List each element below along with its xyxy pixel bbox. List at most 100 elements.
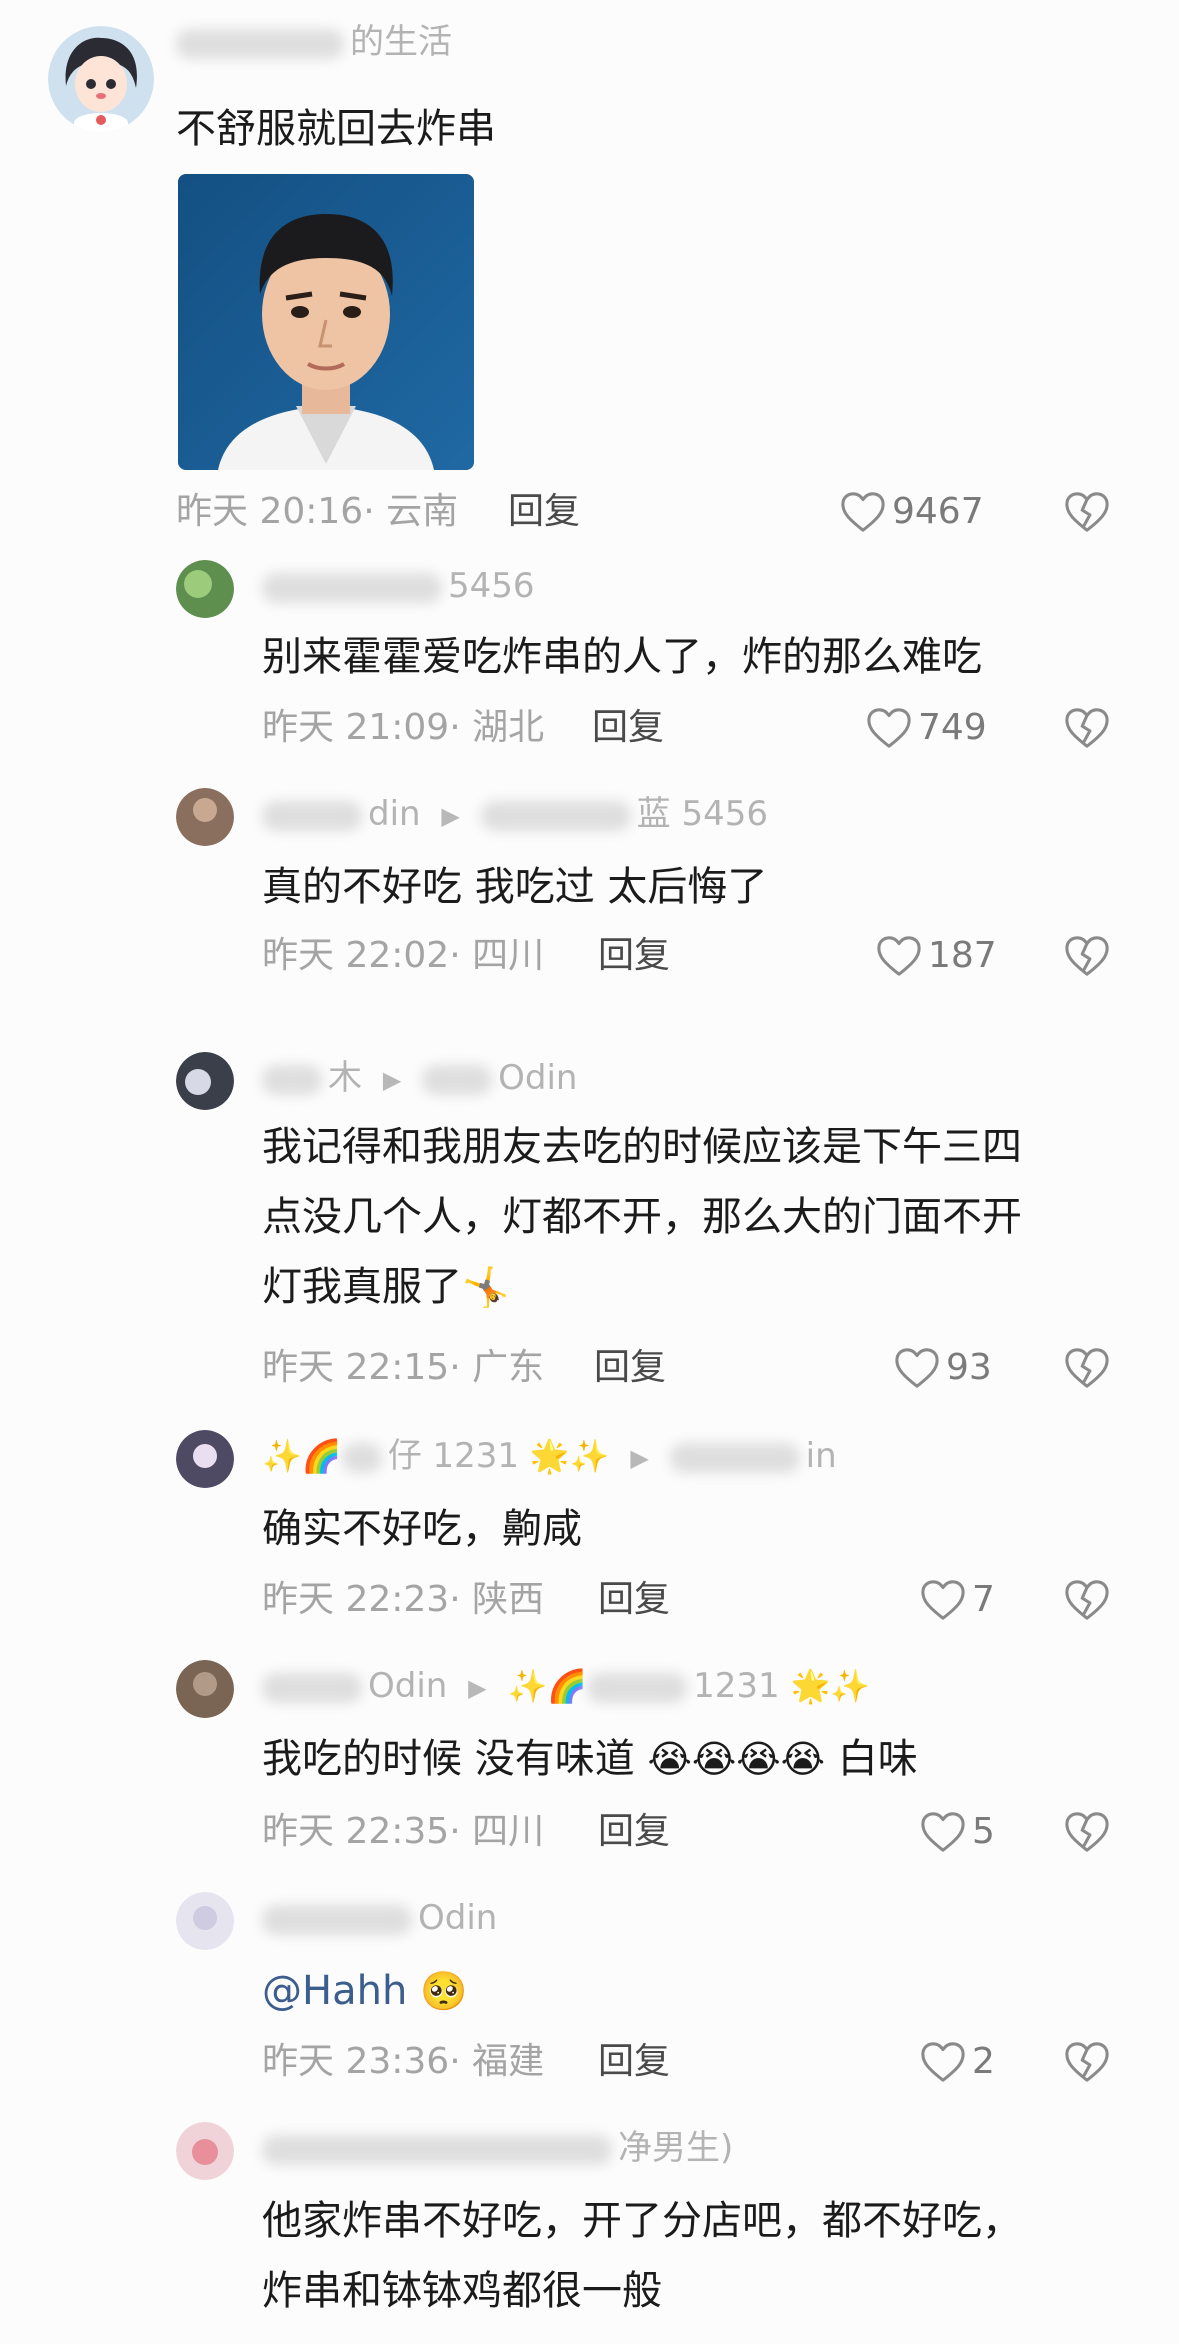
- blurred-username: [262, 800, 362, 831]
- comment-text: 我吃的时候 没有味道 😭😭😭😭 白味: [262, 1724, 918, 1794]
- glowing-star-emoji: 🌟: [529, 1437, 570, 1475]
- avatar[interactable]: [176, 1892, 234, 1950]
- comment-location: 四川: [472, 1811, 545, 1852]
- mention-link[interactable]: @Hahh: [262, 1968, 407, 2014]
- heart-outline-icon: [920, 2040, 966, 2084]
- avatar[interactable]: [176, 1660, 234, 1718]
- comment-text-line: 他家炸串不好吃，开了分店吧，都不好吃，: [262, 2198, 1022, 2244]
- blurred-username: [422, 1064, 493, 1095]
- sparkles-emoji: ✨: [569, 1437, 610, 1475]
- avatar[interactable]: [176, 2122, 234, 2180]
- username-suffix: 5456: [448, 566, 535, 606]
- username-suffix: din: [368, 794, 421, 834]
- rainbow-emoji: 🌈: [301, 1437, 342, 1475]
- reply-button[interactable]: 回复: [594, 1346, 666, 1390]
- reply-button[interactable]: 回复: [592, 706, 664, 750]
- comment-time: 昨天 23:36: [262, 2041, 450, 2082]
- username[interactable]: Odin: [262, 1898, 497, 1938]
- play-triangle-icon: ▶: [630, 1443, 649, 1472]
- comment-image[interactable]: [178, 174, 474, 470]
- blurred-username: [262, 1672, 362, 1703]
- broken-heart-icon[interactable]: [1064, 1578, 1110, 1622]
- comment-location: 福建: [472, 2041, 545, 2082]
- blurred-username: [669, 1442, 800, 1473]
- like-count: 187: [928, 935, 997, 976]
- comment-text: 真的不好吃 我吃过 太后悔了: [262, 864, 768, 910]
- pleading-face-emoji: 🥺: [420, 1969, 468, 2013]
- blurred-username: [176, 28, 344, 59]
- broken-heart-icon[interactable]: [1064, 490, 1110, 534]
- like-count: 2: [972, 2041, 995, 2082]
- username-suffix: Odin: [418, 1898, 498, 1938]
- sparkles-emoji: ✨: [830, 1667, 871, 1705]
- username[interactable]: 木 ▶ Odin: [262, 1058, 577, 1100]
- username-suffix: 净男生): [618, 2128, 734, 2168]
- comment-time: 昨天 22:35: [262, 1811, 450, 1852]
- username[interactable]: ✨🌈 仔 1231 🌟✨ ▶ in: [262, 1436, 837, 1478]
- like-button[interactable]: 2: [920, 2040, 995, 2084]
- reply-button[interactable]: 回复: [598, 2040, 670, 2084]
- reply-target-suffix: in: [805, 1436, 837, 1476]
- play-triangle-icon: ▶: [441, 801, 460, 830]
- reply-button[interactable]: 回复: [598, 1810, 670, 1854]
- like-button[interactable]: 7: [920, 1578, 995, 1622]
- comment-text-segment: 灯我真服了: [262, 1264, 462, 1310]
- comment-text-segment: 白味: [837, 1736, 918, 1782]
- sparkles-emoji: ✨: [507, 1667, 548, 1705]
- like-count: 93: [946, 1347, 992, 1388]
- reply-target-suffix: 蓝 5456: [636, 794, 769, 834]
- comment-location: 广东: [472, 1347, 545, 1388]
- avatar[interactable]: [176, 1430, 234, 1488]
- comment-meta: 昨天 23:36· 福建: [262, 2041, 545, 2082]
- like-count: 5: [972, 1811, 995, 1852]
- comment-time: 昨天 22:15: [262, 1347, 450, 1388]
- comment-text: 他家炸串不好吃，开了分店吧，都不好吃， 炸串和钵钵鸡都很一般: [262, 2186, 1022, 2326]
- username[interactable]: 5456: [262, 566, 535, 606]
- comment-text: 别来霍霍爱吃炸串的人了，炸的那么难吃: [262, 634, 982, 680]
- username[interactable]: 的生活: [176, 22, 452, 62]
- comment-location: 四川: [472, 935, 545, 976]
- username-suffix: 仔 1231: [387, 1436, 520, 1476]
- heart-outline-icon: [920, 1578, 966, 1622]
- comment-meta: 昨天 22:15· 广东: [262, 1347, 545, 1388]
- glowing-star-emoji: 🌟: [790, 1667, 831, 1705]
- comment-text: @Hahh 🥺: [262, 1956, 467, 2026]
- sparkles-emoji: ✨: [262, 1437, 302, 1475]
- play-triangle-icon: ▶: [468, 1673, 487, 1702]
- reply-target-suffix: 1231: [693, 1666, 780, 1706]
- like-button[interactable]: 9467: [840, 490, 984, 534]
- avatar[interactable]: [176, 1052, 234, 1110]
- username[interactable]: 净男生): [262, 2128, 733, 2168]
- avatar[interactable]: [176, 560, 234, 618]
- avatar[interactable]: [176, 788, 234, 846]
- broken-heart-icon[interactable]: [1064, 1346, 1110, 1390]
- username[interactable]: Odin ▶ ✨🌈 1231 🌟✨: [262, 1666, 870, 1708]
- blurred-username: [262, 1904, 412, 1935]
- broken-heart-icon[interactable]: [1064, 2040, 1110, 2084]
- broken-heart-icon[interactable]: [1064, 706, 1110, 750]
- like-button[interactable]: 5: [920, 1810, 995, 1854]
- reply-button[interactable]: 回复: [508, 490, 580, 534]
- comment-text-line: 点没几个人，灯都不开，那么大的门面不开: [262, 1194, 1022, 1240]
- like-button[interactable]: 749: [866, 706, 987, 750]
- heart-outline-icon: [920, 1810, 966, 1854]
- username[interactable]: din ▶ 蓝 5456: [262, 794, 768, 836]
- comment-text-segment: 我吃的时候 没有味道: [262, 1736, 635, 1782]
- reply-button[interactable]: 回复: [598, 1578, 670, 1622]
- comment-text: 不舒服就回去炸串: [176, 106, 496, 152]
- like-button[interactable]: 187: [876, 934, 997, 978]
- broken-heart-icon[interactable]: [1064, 934, 1110, 978]
- like-button[interactable]: 93: [894, 1346, 992, 1390]
- comment-meta: 昨天 22:23· 陕西: [262, 1579, 545, 1620]
- broken-heart-icon[interactable]: [1064, 1810, 1110, 1854]
- username-suffix: 木: [328, 1058, 362, 1098]
- avatar[interactable]: [48, 26, 154, 132]
- blurred-username: [480, 800, 631, 831]
- reply-target-suffix: Odin: [498, 1058, 578, 1098]
- comment-meta: 昨天 22:35· 四川: [262, 1811, 545, 1852]
- reply-button[interactable]: 回复: [598, 934, 670, 978]
- comment-text-line: 灯我真服了🤸: [262, 1252, 1022, 1322]
- play-triangle-icon: ▶: [382, 1065, 402, 1094]
- heart-outline-icon: [840, 490, 886, 534]
- comment-meta: 昨天 20:16· 云南: [176, 491, 459, 532]
